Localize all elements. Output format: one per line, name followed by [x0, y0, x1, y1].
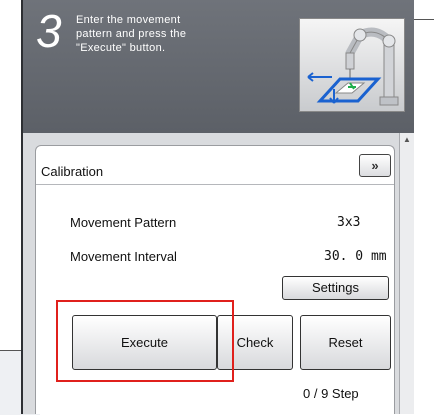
movement-interval-label: Movement Interval — [70, 249, 177, 264]
card-divider — [36, 184, 394, 185]
instruction-header: 3 Enter the movement pattern and press t… — [21, 0, 414, 133]
movement-interval-value: 30. 0 mm — [324, 249, 387, 264]
expand-button[interactable]: » — [359, 154, 391, 177]
robot-arm-illustration — [299, 18, 405, 112]
movement-pattern-label: Movement Pattern — [70, 215, 177, 230]
instruction-text: Enter the movement pattern and press the… — [76, 14, 187, 54]
vertical-scrollbar[interactable]: ▲ — [399, 133, 414, 414]
card-title: Calibration — [41, 164, 104, 179]
scroll-up-arrow-icon[interactable]: ▲ — [402, 135, 412, 145]
settings-button[interactable]: Settings — [282, 276, 389, 300]
movement-pattern-value: 3x3 — [337, 215, 361, 230]
step-number: 3 — [36, 5, 62, 57]
highlight-box — [56, 300, 234, 382]
reset-button[interactable]: Reset — [300, 315, 391, 370]
step-counter: 0 / 9 Step — [303, 386, 359, 401]
